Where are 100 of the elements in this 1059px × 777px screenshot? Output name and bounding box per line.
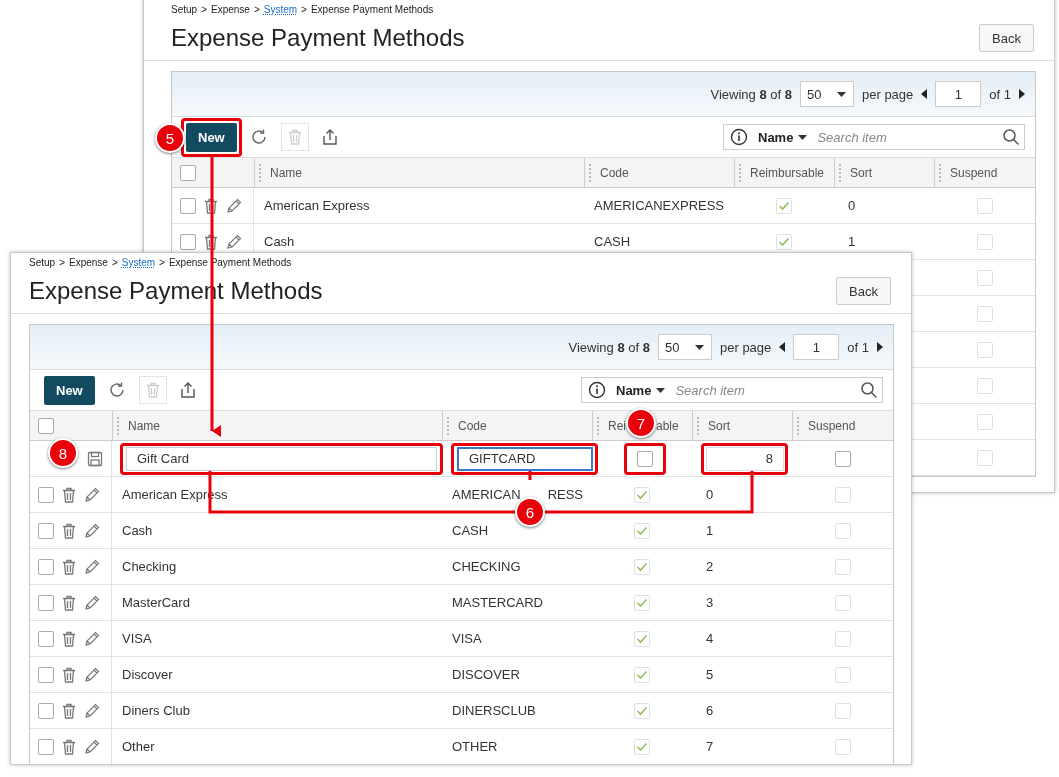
trash-icon[interactable] (62, 666, 76, 683)
new-button[interactable]: New (44, 375, 95, 405)
check-icon (636, 489, 648, 500)
breadcrumb-link[interactable]: System (121, 256, 156, 268)
search-field[interactable]: Search item (817, 129, 996, 145)
check-icon (636, 741, 648, 752)
check-icon (636, 705, 648, 716)
column-header[interactable]: Name (128, 418, 160, 433)
info-icon[interactable] (730, 128, 748, 146)
share-icon[interactable] (178, 381, 197, 399)
pencil-icon[interactable] (226, 233, 242, 250)
column-header[interactable]: Sort (850, 165, 872, 180)
row-checkbox[interactable] (180, 233, 196, 250)
row-checkbox[interactable] (38, 738, 54, 755)
name-cell: Diners Club (122, 703, 190, 718)
trash-icon[interactable] (62, 522, 76, 539)
page-input[interactable]: 1 (793, 334, 840, 360)
sort-input[interactable]: 8 (706, 446, 784, 471)
search-field-select[interactable]: Name (754, 129, 812, 145)
pencil-icon[interactable] (84, 594, 100, 611)
trash-icon[interactable] (62, 486, 76, 503)
pencil-icon[interactable] (84, 522, 100, 539)
name-cell: Checking (122, 559, 177, 574)
search-field-select[interactable]: Name (612, 382, 670, 398)
breadcrumb-separator: > (253, 3, 260, 15)
trash-icon[interactable] (62, 594, 76, 611)
breadcrumb-separator: > (301, 3, 307, 15)
select-all-checkbox[interactable] (180, 164, 196, 181)
column-header[interactable]: Code (600, 165, 629, 180)
trash-icon[interactable] (62, 702, 76, 719)
pencil-icon[interactable] (84, 738, 100, 755)
sort-cell: 5 (706, 667, 714, 682)
code-cell: CASH (594, 234, 631, 249)
column-header[interactable]: Suspend (808, 418, 856, 433)
code-input[interactable]: GIFTCARD (457, 446, 593, 471)
pencil-icon[interactable] (226, 197, 242, 214)
breadcrumb-item: Expense (211, 3, 250, 15)
checkbox[interactable] (834, 450, 851, 467)
save-icon[interactable] (87, 450, 103, 467)
page-input[interactable]: 1 (935, 81, 982, 107)
row-checkbox[interactable] (38, 558, 54, 575)
sort-cell: 0 (848, 198, 856, 213)
previous-page-icon[interactable] (779, 342, 786, 352)
caret-icon (695, 344, 704, 350)
search-field[interactable]: Search item (675, 382, 854, 398)
check-icon (636, 669, 648, 680)
check-icon (778, 236, 790, 247)
row-checkbox[interactable] (38, 486, 54, 503)
next-page-icon[interactable] (1019, 89, 1025, 99)
search-box[interactable]: Name Search item (723, 124, 1025, 150)
row-checkbox[interactable] (38, 666, 54, 683)
breadcrumb-separator: > (159, 256, 165, 268)
row-checkbox[interactable] (38, 630, 54, 647)
column-header[interactable]: able (656, 418, 679, 433)
breadcrumb-item: Expense Payment Methods (310, 3, 434, 15)
share-icon[interactable] (320, 128, 339, 146)
row-checkbox[interactable] (38, 702, 54, 719)
code-cell: AMERICANEXPRESS (594, 198, 725, 213)
name-cell: Cash (122, 523, 153, 538)
new-button[interactable]: New (186, 122, 237, 152)
back-button[interactable]: Back (979, 24, 1034, 52)
info-icon[interactable] (588, 381, 606, 399)
page-size-select[interactable]: 50 (800, 81, 854, 107)
pencil-icon[interactable] (84, 486, 100, 503)
breadcrumb-separator: > (59, 256, 65, 268)
back-button[interactable]: Back (836, 277, 891, 305)
code-cell: CHECKING (452, 559, 521, 574)
name-cell: VISA (122, 631, 152, 646)
pencil-icon[interactable] (84, 702, 100, 719)
column-header[interactable]: Sort (708, 418, 730, 433)
search-icon[interactable] (860, 381, 878, 399)
trash-icon[interactable] (204, 233, 218, 250)
row-checkbox[interactable] (38, 594, 54, 611)
next-page-icon[interactable] (877, 342, 883, 352)
column-header[interactable]: Reimbursable (750, 165, 825, 180)
pencil-icon[interactable] (84, 558, 100, 575)
previous-page-icon[interactable] (921, 89, 928, 99)
page-size-select[interactable]: 50 (658, 334, 712, 360)
viewing-count: Viewing 8 of 8 (568, 339, 650, 355)
breadcrumb-link[interactable]: System (263, 3, 298, 15)
search-box[interactable]: Name Search item (581, 377, 883, 403)
trash-icon[interactable] (62, 630, 76, 647)
pencil-icon[interactable] (84, 630, 100, 647)
column-header[interactable]: Code (458, 418, 487, 433)
column-header[interactable]: Suspend (950, 165, 998, 180)
trash-icon[interactable] (62, 558, 76, 575)
name-input[interactable]: Gift Card (126, 446, 437, 471)
page-title: Expense Payment Methods (171, 24, 465, 52)
checkbox[interactable] (637, 450, 653, 467)
column-header[interactable]: Rei (608, 418, 626, 433)
select-all-checkbox[interactable] (38, 417, 54, 434)
row-checkbox[interactable] (180, 197, 196, 214)
trash-icon[interactable] (204, 197, 218, 214)
row-checkbox[interactable] (38, 522, 54, 539)
column-header[interactable]: Name (270, 165, 302, 180)
trash-icon[interactable] (62, 738, 76, 755)
pencil-icon[interactable] (84, 666, 100, 683)
sort-cell: 4 (706, 631, 714, 646)
check-icon (636, 525, 648, 536)
search-icon[interactable] (1002, 128, 1020, 146)
